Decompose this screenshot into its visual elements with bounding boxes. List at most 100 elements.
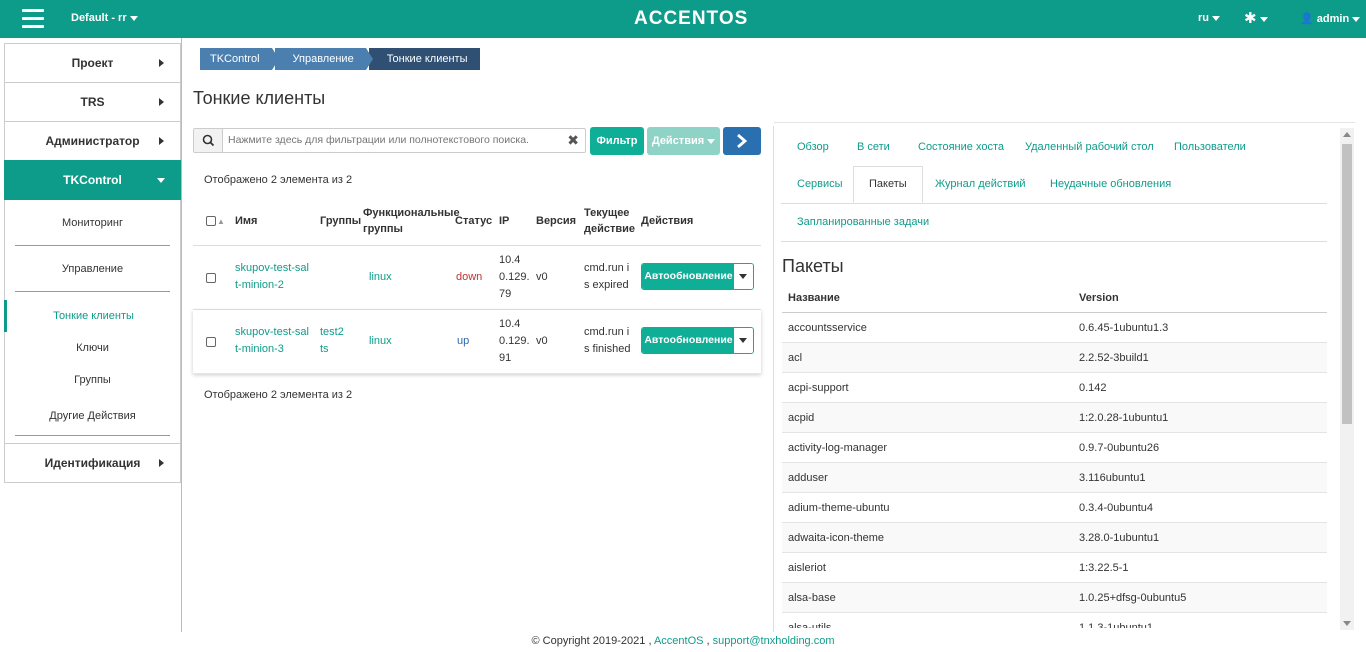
current-action-line2: s finished	[584, 343, 631, 355]
submenu-other-actions[interactable]: Другие Действия	[15, 396, 170, 436]
search-icon	[194, 129, 223, 152]
tab-services[interactable]: Сервисы	[797, 178, 843, 190]
table-header: ▲ Имя Группы Функциональные группы Стату…	[193, 200, 761, 246]
auto-update-button-group: Автообновление	[641, 263, 754, 290]
chevron-right-icon	[159, 137, 164, 145]
select-all-checkbox[interactable]	[206, 216, 216, 226]
scroll-down-icon[interactable]	[1343, 621, 1351, 626]
chevron-right-icon	[737, 133, 748, 149]
go-button[interactable]	[723, 127, 761, 155]
scroll-up-icon[interactable]	[1343, 132, 1351, 137]
sort-icon[interactable]: ▲	[217, 214, 225, 230]
sidebar-item-project[interactable]: Проект	[4, 43, 181, 83]
actions-button[interactable]: Действия	[647, 127, 720, 155]
chevron-down-icon	[1212, 15, 1220, 21]
header-func-groups-2[interactable]: группы	[363, 221, 403, 237]
tab-online[interactable]: В сети	[857, 141, 890, 153]
chevron-down-icon	[157, 178, 165, 183]
auto-update-button[interactable]: Автообновление	[642, 264, 735, 289]
auto-update-button[interactable]: Автообновление	[642, 328, 735, 353]
submenu-monitoring[interactable]: Мониторинг	[15, 200, 170, 246]
package-version: 0.9.7-0ubuntu26	[1079, 442, 1160, 454]
row-checkbox[interactable]	[206, 273, 216, 283]
packages-header: Название Version	[782, 283, 1327, 313]
close-icon[interactable]: ✖	[567, 132, 579, 149]
packages-title: Пакеты	[782, 256, 844, 276]
user-menu[interactable]: 👤 admin	[1300, 12, 1361, 25]
chevron-down-icon	[129, 15, 138, 21]
logo: ACCENTOS	[634, 8, 749, 29]
tab-packages[interactable]: Пакеты	[853, 166, 923, 203]
func-group-link[interactable]: linux	[369, 269, 392, 286]
items-count-bottom: Отображено 2 элемента из 2	[204, 389, 353, 401]
submenu-management[interactable]: Управление	[15, 246, 170, 292]
sidebar-item-label: TKControl	[63, 173, 122, 187]
group-line2: ts	[320, 343, 329, 355]
header-current-action-1[interactable]: Текущее	[584, 205, 629, 221]
gear-icon: ✱	[1244, 10, 1257, 27]
group-link[interactable]: test2 ts	[320, 324, 344, 358]
package-row: accountsservice 0.6.45-1ubuntu1.3	[782, 313, 1327, 343]
chevron-down-icon	[707, 138, 716, 144]
header-status[interactable]: Статус	[455, 213, 492, 229]
package-name: alsa-utils	[788, 622, 832, 628]
sidebar-item-admin[interactable]: Администратор	[4, 121, 181, 161]
ip-part: 79	[499, 288, 512, 300]
header-version[interactable]: Версия	[536, 213, 576, 229]
client-name[interactable]: skupov-test-sal t-minion-3	[235, 324, 309, 358]
packages-rows: accountsservice 0.6.45-1ubuntu1.3 acl 2.2.5…	[782, 313, 1327, 628]
client-name[interactable]: skupov-test-sal t-minion-2	[235, 260, 309, 294]
sidebar-item-trs[interactable]: TRS	[4, 82, 181, 122]
version: v0	[536, 335, 548, 347]
header-actions: Действия	[641, 215, 694, 227]
sidebar: Проект TRS Администратор TKControl Монит…	[4, 43, 181, 483]
ip-address: 10.4 0.129. 79	[499, 252, 530, 303]
search-input[interactable]	[228, 134, 558, 146]
table-row: skupov-test-sal t-minion-3 test2 ts linux …	[193, 310, 761, 374]
package-row: alsa-utils 1.1.3-1ubuntu1	[782, 613, 1327, 628]
row-actions-dropdown[interactable]	[734, 264, 753, 289]
tabs-divider	[781, 203, 1327, 204]
tab-action-log[interactable]: Журнал действий	[935, 178, 1026, 190]
header-func-groups-1[interactable]: Функциональные	[363, 205, 460, 221]
sidebar-item-tkcontrol[interactable]: TKControl	[4, 160, 181, 200]
ip-part: 10.4	[499, 254, 521, 266]
submenu-keys[interactable]: Ключи	[5, 332, 180, 364]
tab-failed-updates[interactable]: Неудачные обновления	[1050, 178, 1171, 190]
package-version: 0.142	[1079, 382, 1107, 394]
package-row: alsa-base 1.0.25+dfsg-0ubuntu5	[782, 583, 1327, 613]
scrollbar[interactable]	[1340, 128, 1354, 630]
tab-users[interactable]: Пользователи	[1174, 141, 1246, 153]
scroll-thumb[interactable]	[1342, 144, 1352, 424]
panel-divider	[773, 126, 774, 632]
header-ip[interactable]: IP	[499, 213, 509, 229]
row-actions-dropdown[interactable]	[734, 328, 753, 353]
tab-scheduled-tasks[interactable]: Запланированные задачи	[797, 216, 929, 228]
brand-link[interactable]: AccentOS	[654, 635, 704, 647]
submenu-thin-clients[interactable]: Тонкие клиенты	[4, 300, 180, 332]
project-selector[interactable]: Default - rr	[71, 12, 138, 24]
tkcontrol-submenu: Мониторинг Управление Тонкие клиенты Клю…	[4, 200, 181, 444]
row-checkbox[interactable]	[206, 337, 216, 347]
filter-button[interactable]: Фильтр	[590, 127, 644, 155]
submenu-groups[interactable]: Группы	[5, 364, 180, 396]
breadcrumb-management[interactable]: Управление	[274, 48, 373, 70]
package-version: 2.2.52-3build1	[1079, 352, 1149, 364]
sidebar-item-identity[interactable]: Идентификация	[4, 443, 181, 483]
header-name[interactable]: Имя	[235, 213, 257, 229]
support-email-link[interactable]: support@tnxholding.com	[713, 635, 835, 647]
header-current-action-2[interactable]: действие	[584, 221, 635, 237]
func-group-link[interactable]: linux	[369, 333, 392, 350]
current-action: cmd.run i s expired	[584, 260, 629, 294]
language-selector[interactable]: ru	[1198, 12, 1220, 24]
menu-icon[interactable]	[22, 9, 44, 29]
tab-remote-desktop[interactable]: Удаленный рабочий стол	[1025, 141, 1154, 153]
header-package-version: Version	[1079, 292, 1119, 304]
copyright-text: © Copyright 2019-2021 ,	[531, 635, 652, 647]
header-groups[interactable]: Группы	[320, 213, 361, 229]
tab-overview[interactable]: Обзор	[797, 141, 829, 153]
tab-host-state[interactable]: Состояние хоста	[918, 141, 1004, 153]
settings-menu[interactable]: ✱	[1244, 9, 1268, 27]
package-name: activity-log-manager	[788, 442, 888, 454]
breadcrumb-tkcontrol[interactable]: TKControl	[200, 48, 279, 70]
